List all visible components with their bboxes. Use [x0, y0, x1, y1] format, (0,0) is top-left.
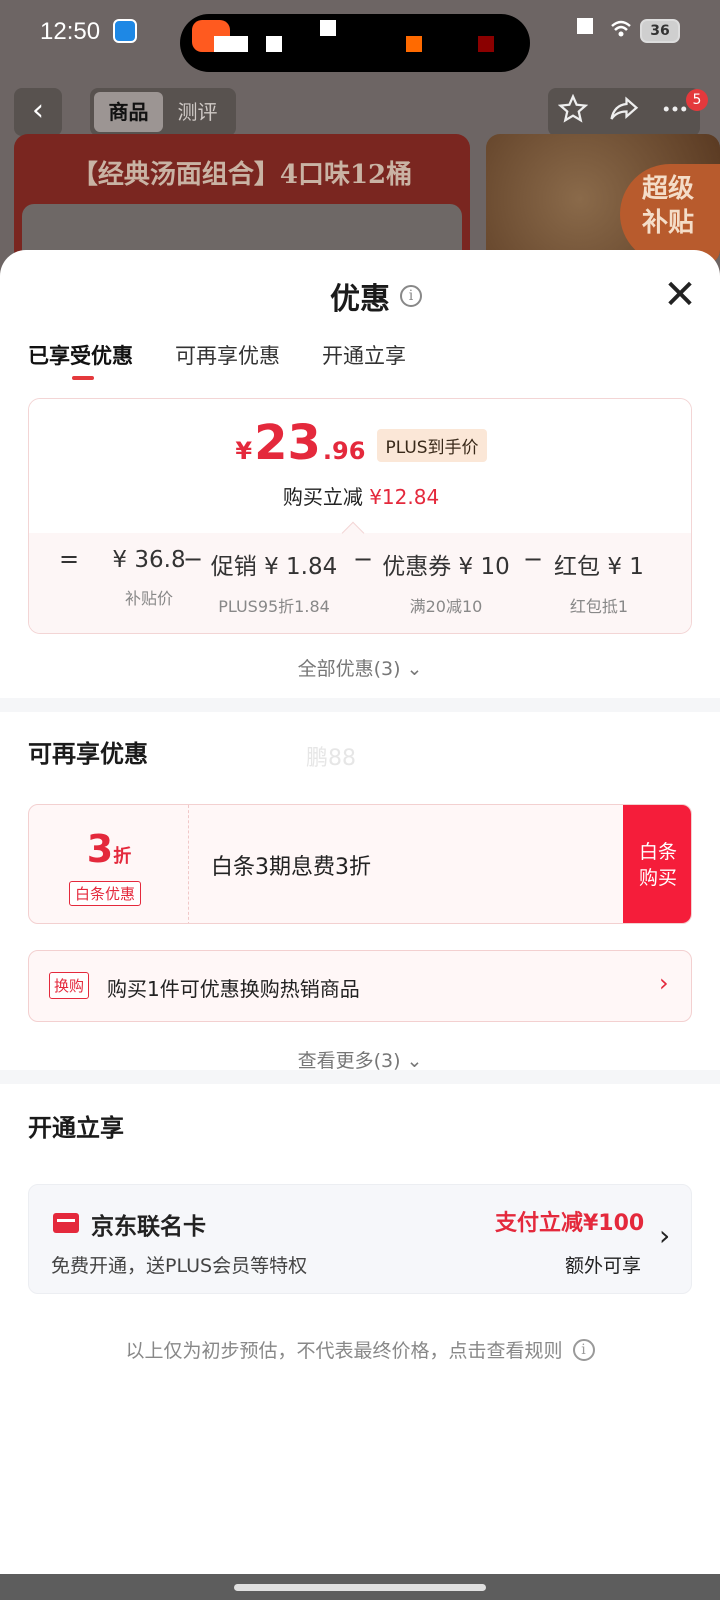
card-offer: 支付立减¥100	[495, 1211, 645, 1236]
plus-price-tag: PLUS到手价	[377, 429, 487, 462]
formula-item-promo: 促销 ¥ 1.84 PLUS95折1.84	[210, 554, 338, 616]
formula-item-coupon: 优惠券 ¥ 10 满20减10	[382, 554, 510, 616]
watermark: 鹏88	[306, 746, 356, 771]
baitiao-offer-card: 3折 白条优惠 白条3期息费3折 白条 购买	[28, 804, 692, 924]
card-extra: 额外可享	[565, 1255, 642, 1277]
swap-offer-row[interactable]: 换购 购买1件可优惠换购热销商品 ›	[28, 950, 692, 1022]
info-icon: i	[572, 1338, 595, 1361]
app-notification-icon	[113, 19, 137, 43]
sheet-header: 优惠 i	[330, 276, 422, 317]
super-subsidy-tag: 超级 补贴	[620, 164, 720, 264]
product-banner: 【经典汤面组合】4口味12桶	[14, 134, 470, 284]
tab-review[interactable]: 测评	[163, 92, 232, 132]
baitiao-description: 白条3期息费3折	[211, 855, 371, 880]
favorite-star-icon[interactable]	[558, 93, 589, 130]
back-button[interactable]: ‹	[14, 88, 62, 136]
share-icon[interactable]	[609, 94, 639, 130]
swap-tag: 换购	[49, 972, 90, 999]
home-indicator[interactable]	[234, 1584, 486, 1591]
status-time: 12:50	[40, 18, 101, 45]
chevron-right-icon: ›	[659, 969, 669, 997]
view-more-toggle[interactable]: 查看更多(3) ⌄	[0, 1046, 720, 1073]
formula-item-redpacket: 红包 ¥ 1 红包抵1	[554, 554, 644, 616]
baitiao-tag: 白条优惠	[69, 881, 142, 906]
wifi-icon	[610, 18, 632, 40]
baitiao-buy-button[interactable]: 白条 购买	[623, 805, 691, 923]
card-subtitle: 免费开通，送PLUS会员等特权	[51, 1255, 308, 1277]
active-tab-indicator	[72, 376, 94, 380]
credit-card-icon	[53, 1213, 79, 1233]
close-button[interactable]: ✕	[662, 275, 698, 315]
discount-tabs: 已享受优惠 可再享优惠 开通立享	[28, 340, 406, 370]
price-card: ¥ 23 .96 PLUS到手价 购买立减 ¥12.84 = ¥ 36.8 补贴…	[28, 398, 692, 634]
formula-operator: −	[183, 545, 204, 573]
formula-operator: −	[353, 545, 374, 573]
swap-text: 购买1件可优惠换购热销商品	[107, 977, 360, 1001]
chevron-right-icon: ›	[659, 1219, 671, 1252]
reduce-summary: 购买立减 ¥12.84	[282, 485, 440, 509]
status-icon	[577, 18, 593, 34]
message-badge: 5	[686, 89, 708, 111]
redacted-region	[180, 14, 530, 72]
all-discounts-toggle[interactable]: 全部优惠(3) ⌄	[0, 654, 720, 681]
tab-product[interactable]: 商品	[94, 92, 163, 132]
product-tabs: 商品 测评	[90, 88, 236, 136]
formula-operator: −	[523, 545, 544, 573]
tab-enjoyed[interactable]: 已享受优惠	[28, 340, 133, 370]
banner-title: 【经典汤面组合】4口味12桶	[71, 160, 413, 190]
baitiao-discount: 3折	[86, 827, 132, 871]
info-icon[interactable]: i	[400, 285, 422, 307]
battery-icon: 36	[640, 19, 680, 43]
section-divider	[0, 698, 720, 712]
tab-open[interactable]: 开通立享	[322, 340, 406, 370]
product-image: 超级 补贴	[486, 134, 720, 264]
tab-more[interactable]: 可再享优惠	[175, 340, 280, 370]
final-price: ¥ 23 .96 PLUS到手价	[29, 415, 691, 471]
sheet-title: 优惠	[330, 282, 390, 317]
card-title: 京东联名卡	[91, 1214, 206, 1240]
section-divider	[0, 1070, 720, 1084]
section-title-open: 开通立享	[28, 1114, 124, 1142]
disclaimer[interactable]: 以上仅为初步预估，不代表最终价格，点击查看规则 i	[0, 1336, 720, 1363]
jd-cobrand-card-row[interactable]: 京东联名卡 免费开通，送PLUS会员等特权 支付立减¥100 额外可享 ›	[28, 1184, 692, 1294]
status-bar: 12:50 36	[0, 0, 720, 72]
formula-operator: =	[59, 545, 80, 573]
section-title-more: 可再享优惠	[28, 740, 148, 768]
nav-actions	[548, 88, 700, 136]
